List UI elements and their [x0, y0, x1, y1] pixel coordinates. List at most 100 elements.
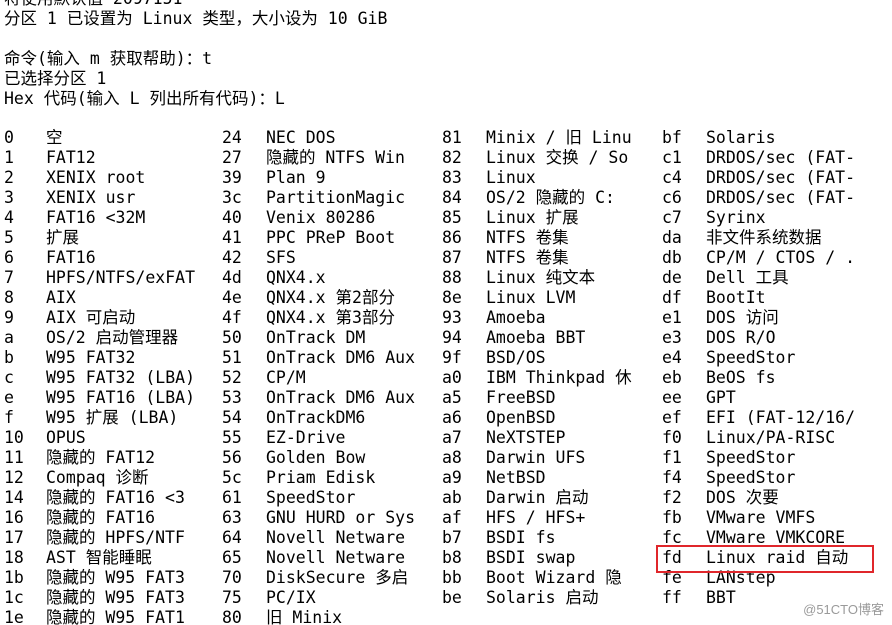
partition-type-name: SpeedStor: [266, 488, 356, 507]
partition-type-code: 81: [442, 128, 462, 147]
partition-type-code: 70: [222, 568, 242, 587]
partition-type-code: af: [442, 508, 462, 527]
partition-type-name: OS/2 启动管理器: [46, 328, 179, 347]
partition-type-name: SpeedStor: [706, 468, 796, 487]
partition-type-name: W95 FAT32: [46, 348, 136, 367]
partition-type-code: 2: [4, 168, 14, 187]
default-value-line: 将使用默认值 2097151: [4, 0, 182, 9]
partition-type-row: c W95 FAT32 (LBA) 52 CP/M a0 IBM Thinkpad 休 eb…: [0, 368, 892, 388]
partition-type-name: DRDOS/sec (FAT-: [706, 168, 856, 187]
partition-type-name: Priam Edisk: [266, 468, 376, 487]
partition-type-code: 5: [4, 228, 14, 247]
partition-type-name: OnTrack DM6 Aux: [266, 348, 416, 367]
partition-type-name: Darwin 启动: [486, 488, 589, 507]
partition-type-name: Linux: [486, 168, 536, 187]
partition-type-code: 14: [4, 488, 24, 507]
partition-type-name: DiskSecure 多启: [266, 568, 409, 587]
partition-type-code: b7: [442, 528, 462, 547]
partition-type-code: a: [4, 328, 14, 347]
partition-type-name: BootIt: [706, 288, 766, 307]
partition-type-name: 隐藏的 FAT12: [46, 448, 156, 467]
partition-type-code: 6: [4, 248, 14, 267]
partition-type-code: ef: [662, 408, 682, 427]
partition-type-name: HPFS/NTFS/exFAT: [46, 268, 196, 287]
partition-type-name: 旧 Minix: [266, 608, 343, 625]
partition-type-name: FreeBSD: [486, 388, 556, 407]
partition-type-code: 41: [222, 228, 242, 247]
partition-type-code: 5c: [222, 468, 242, 487]
partition-type-name: CP/M: [266, 368, 306, 387]
partition-type-name: Amoeba: [486, 308, 546, 327]
partition-type-name: 隐藏的 NTFS Win: [266, 148, 405, 167]
partition-type-row: 12 Compaq 诊断 5c Priam Edisk a9 NetBSD f4 SpeedS…: [0, 468, 892, 488]
partition-type-code: ff: [662, 588, 682, 607]
partition-type-code: 11: [4, 448, 24, 467]
partition-type-code: bf: [662, 128, 682, 147]
partition-type-name: OnTrackDM6: [266, 408, 366, 427]
partition-type-code: 56: [222, 448, 242, 467]
partition-type-name: 隐藏的 W95 FAT1: [46, 608, 185, 625]
partition-type-name: DOS 次要: [706, 488, 779, 507]
partition-type-code: 52: [222, 368, 242, 387]
linux-raid-highlight-box: [656, 545, 874, 573]
partition-type-row: 1c 隐藏的 W95 FAT3 75 PC/IX be Solaris 启动 ff BBT: [0, 588, 892, 608]
partition-type-name: NetBSD: [486, 468, 546, 487]
partition-type-name: W95 FAT16 (LBA): [46, 388, 196, 407]
partition-type-name: BSDI swap: [486, 548, 576, 567]
partition-type-code: 4d: [222, 268, 242, 287]
partition-type-code: 51: [222, 348, 242, 367]
partition-type-code: db: [662, 248, 682, 267]
partition-type-code: f2: [662, 488, 682, 507]
partition-type-name: AST 智能睡眠: [46, 548, 152, 567]
partition-type-name: Linux/PA-RISC: [706, 428, 836, 447]
partition-type-code: 55: [222, 428, 242, 447]
partition-type-code: 10: [4, 428, 24, 447]
partition-type-code: a5: [442, 388, 462, 407]
partition-type-name: 隐藏的 W95 FAT3: [46, 568, 185, 587]
partition-type-code: 9f: [442, 348, 462, 367]
partition-type-name: DOS 访问: [706, 308, 779, 327]
partition-type-row: 6 FAT16 42 SFS 87 NTFS 卷集 db CP/M / CTOS / .: [0, 248, 892, 268]
partition-type-name: GNU HURD or Sys: [266, 508, 416, 527]
partition-type-name: 非文件系统数据: [706, 228, 822, 247]
partition-type-code: c7: [662, 208, 682, 227]
partition-type-code: 1c: [4, 588, 24, 607]
partition-type-name: XENIX root: [46, 168, 146, 187]
partition-type-code: 3: [4, 188, 14, 207]
partition-type-row: 1 FAT12 27 隐藏的 NTFS Win 82 Linux 交换 / So c1 DRD…: [0, 148, 892, 168]
partition-type-code: ab: [442, 488, 462, 507]
partition-type-code: 24: [222, 128, 242, 147]
partition-type-name: FAT16: [46, 248, 96, 267]
partition-type-name: Dell 工具: [706, 268, 789, 287]
partition-type-name: NeXTSTEP: [486, 428, 566, 447]
partition-type-name: BSDI fs: [486, 528, 556, 547]
partition-type-name: Linux 交换 / So: [486, 148, 629, 167]
partition-type-name: Syrinx: [706, 208, 766, 227]
partition-type-code: 12: [4, 468, 24, 487]
hex-code-prompt-line: Hex 代码(输入 L 列出所有代码)：L: [4, 89, 285, 108]
partition-type-name: CP/M / CTOS / .: [706, 248, 856, 267]
partition-type-name: OpenBSD: [486, 408, 556, 427]
partition-type-code: fb: [662, 508, 682, 527]
partition-type-name: Darwin UFS: [486, 448, 586, 467]
partition-type-code: 61: [222, 488, 242, 507]
partition-type-row: 1e 隐藏的 W95 FAT1 80 旧 Minix: [0, 608, 892, 625]
partition-type-name: 空: [46, 128, 63, 147]
partition-type-name: PPC PReP Boot: [266, 228, 396, 247]
partition-type-code: 84: [442, 188, 462, 207]
partition-type-name: Amoeba BBT: [486, 328, 586, 347]
partition-type-code: 39: [222, 168, 242, 187]
partition-type-code: 16: [4, 508, 24, 527]
partition-type-name: QNX4.x 第2部分: [266, 288, 395, 307]
partition-type-code: 4f: [222, 308, 242, 327]
partition-type-code: 7: [4, 268, 14, 287]
partition-type-row: a OS/2 启动管理器 50 OnTrack DM 94 Amoeba BBT e3 DOS…: [0, 328, 892, 348]
partition-type-name: 隐藏的 FAT16 <3: [46, 488, 185, 507]
partition-type-code: a8: [442, 448, 462, 467]
partition-type-row: b W95 FAT32 51 OnTrack DM6 Aux 9f BSD/OS e4 Spe…: [0, 348, 892, 368]
partition-type-name: NTFS 卷集: [486, 248, 569, 267]
command-prompt-line: 命令(输入 m 获取帮助)：t: [4, 49, 213, 68]
partition-type-code: e1: [662, 308, 682, 327]
partition-type-code: 64: [222, 528, 242, 547]
partition-type-code: c1: [662, 148, 682, 167]
